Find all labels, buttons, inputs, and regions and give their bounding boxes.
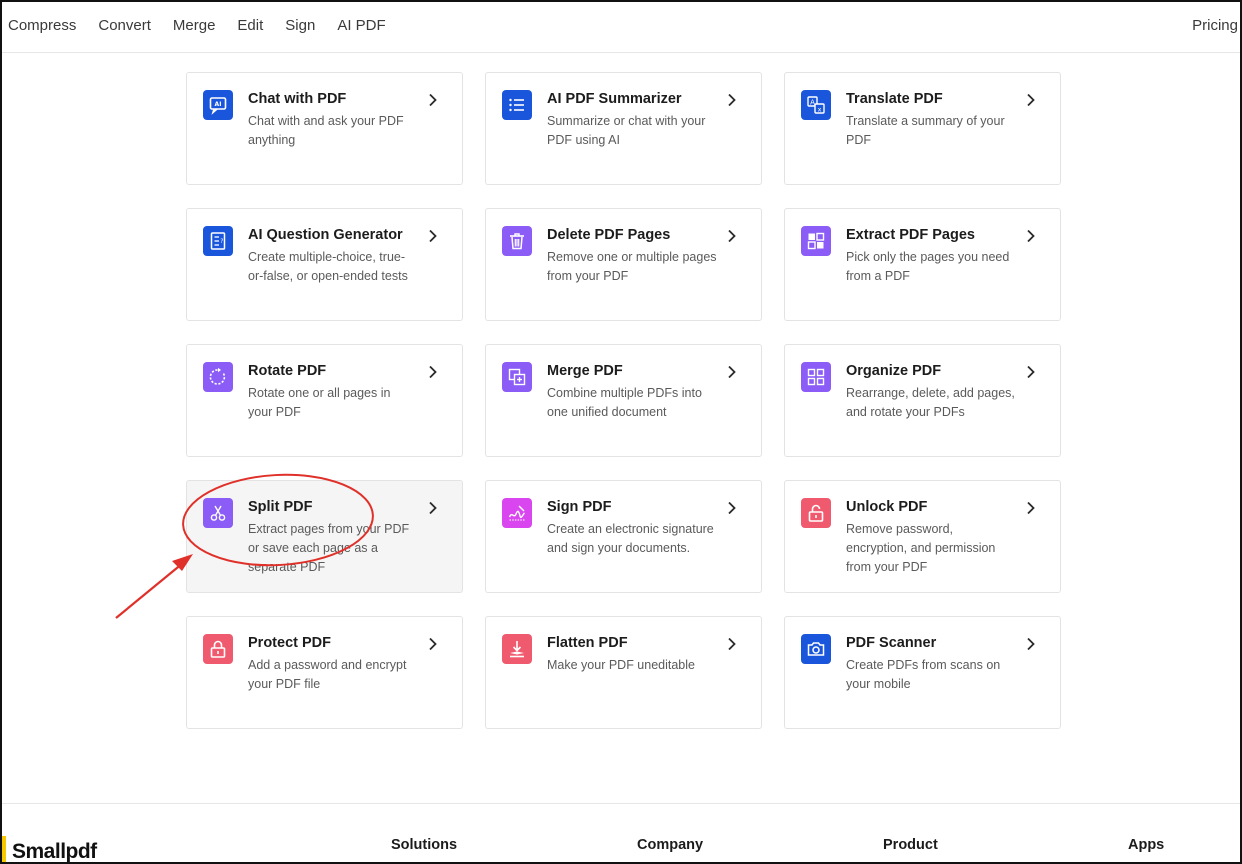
nav-item-compress[interactable]: Compress xyxy=(8,17,76,34)
chat-ai-icon: AI xyxy=(203,90,233,120)
nav-item-ai-pdf[interactable]: AI PDF xyxy=(337,17,385,34)
nav-item-merge[interactable]: Merge xyxy=(173,17,216,34)
chevron-right-icon xyxy=(728,637,736,651)
annotation-arrow-line xyxy=(115,562,184,619)
extract-grid-icon xyxy=(801,226,831,256)
tool-card-pdf-scanner[interactable]: PDF Scanner Create PDFs from scans on yo… xyxy=(784,616,1061,729)
merge-icon xyxy=(502,362,532,392)
tool-description: Create multiple-choice, true-or-false, o… xyxy=(248,250,408,283)
signature-icon xyxy=(502,498,532,528)
tool-title: Flatten PDF xyxy=(547,635,628,651)
lock-icon xyxy=(203,634,233,664)
nav-menu: Compress Convert Merge Edit Sign AI PDF xyxy=(8,17,408,34)
tool-title: PDF Scanner xyxy=(846,635,937,651)
footer-column-apps: Apps xyxy=(1128,837,1165,853)
tool-title: Extract PDF Pages xyxy=(846,227,975,243)
chevron-right-icon xyxy=(429,93,437,107)
chevron-right-icon xyxy=(1027,637,1035,651)
tool-card-unlock-pdf[interactable]: Unlock PDF Remove password, encryption, … xyxy=(784,480,1061,593)
rotate-icon xyxy=(203,362,233,392)
footer-logo[interactable]: Smallpdf xyxy=(12,840,97,864)
tool-title: Merge PDF xyxy=(547,363,623,379)
footer-column-company: Company xyxy=(637,837,704,853)
tool-description: Chat with and ask your PDF anything xyxy=(248,114,404,147)
footer-column-solutions: Solutions xyxy=(391,837,458,853)
tool-description: Create an electronic signature and sign … xyxy=(547,522,714,555)
tool-card-chat-with-pdf[interactable]: AI Chat with PDF Chat with and ask your … xyxy=(186,72,463,185)
tool-description: Rotate one or all pages in your PDF xyxy=(248,386,391,419)
nav-item-convert[interactable]: Convert xyxy=(98,17,151,34)
tool-card-ai-pdf-summarizer[interactable]: AI PDF Summarizer Summarize or chat with… xyxy=(485,72,762,185)
list-icon xyxy=(502,90,532,120)
tool-card-flatten-pdf[interactable]: Flatten PDF Make your PDF uneditable xyxy=(485,616,762,729)
camera-icon xyxy=(801,634,831,664)
tool-card-sign-pdf[interactable]: Sign PDF Create an electronic signature … xyxy=(485,480,762,593)
tool-title: Rotate PDF xyxy=(248,363,327,379)
top-navigation: Compress Convert Merge Edit Sign AI PDF … xyxy=(2,2,1240,53)
tool-card-merge-pdf[interactable]: Merge PDF Combine multiple PDFs into one… xyxy=(485,344,762,457)
chevron-right-icon xyxy=(429,365,437,379)
unlock-icon xyxy=(801,498,831,528)
tool-card-delete-pdf-pages[interactable]: Delete PDF Pages Remove one or multiple … xyxy=(485,208,762,321)
chevron-right-icon xyxy=(728,501,736,515)
nav-item-sign[interactable]: Sign xyxy=(285,17,315,34)
chevron-right-icon xyxy=(1027,501,1035,515)
chevron-right-icon xyxy=(728,365,736,379)
tool-description: Pick only the pages you need from a PDF xyxy=(846,250,1010,283)
nav-item-edit[interactable]: Edit xyxy=(237,17,263,34)
tool-title: Protect PDF xyxy=(248,635,331,651)
tool-card-extract-pdf-pages[interactable]: Extract PDF Pages Pick only the pages yo… xyxy=(784,208,1061,321)
question-doc-icon: ? xyxy=(203,226,233,256)
tool-description: Create PDFs from scans on your mobile xyxy=(846,658,1001,691)
logo-mark xyxy=(2,836,6,862)
tool-description: Add a password and encrypt your PDF file xyxy=(248,658,407,691)
chevron-right-icon xyxy=(728,229,736,243)
chevron-right-icon xyxy=(429,229,437,243)
tool-title: AI PDF Summarizer xyxy=(547,91,682,107)
chevron-right-icon xyxy=(429,637,437,651)
tool-description: Rearrange, delete, add pages, and rotate… xyxy=(846,386,1015,419)
scissors-icon xyxy=(203,498,233,528)
tool-description: Remove password, encryption, and permiss… xyxy=(846,522,996,574)
tool-card-rotate-pdf[interactable]: Rotate PDF Rotate one or all pages in yo… xyxy=(186,344,463,457)
flatten-icon xyxy=(502,634,532,664)
tool-title: Organize PDF xyxy=(846,363,942,379)
tool-title: AI Question Generator xyxy=(248,227,403,243)
tool-card-organize-pdf[interactable]: Organize PDF Rearrange, delete, add page… xyxy=(784,344,1061,457)
footer-divider xyxy=(2,803,1240,804)
svg-text:AI: AI xyxy=(215,101,222,108)
tool-card-translate-pdf[interactable]: Ax Translate PDF Translate a summary of … xyxy=(784,72,1061,185)
trash-icon xyxy=(502,226,532,256)
tool-description: Extract pages from your PDF or save each… xyxy=(248,522,410,574)
tools-grid: AI Chat with PDF Chat with and ask your … xyxy=(186,72,1061,729)
tool-title: Delete PDF Pages xyxy=(547,227,671,243)
tool-description: Remove one or multiple pages from your P… xyxy=(547,250,717,283)
svg-text:A: A xyxy=(810,98,815,106)
tool-title: Sign PDF xyxy=(547,499,612,515)
tool-description: Make your PDF uneditable xyxy=(547,658,695,672)
tool-card-ai-question-generator[interactable]: ? AI Question Generator Create multiple-… xyxy=(186,208,463,321)
translate-icon: Ax xyxy=(801,90,831,120)
organize-grid-icon xyxy=(801,362,831,392)
tool-title: Chat with PDF xyxy=(248,91,347,107)
footer-column-product: Product xyxy=(883,837,938,853)
tool-title: Translate PDF xyxy=(846,91,943,107)
tool-description: Translate a summary of your PDF xyxy=(846,114,1005,147)
tool-card-split-pdf[interactable]: Split PDF Extract pages from your PDF or… xyxy=(186,480,463,593)
tool-card-protect-pdf[interactable]: Protect PDF Add a password and encrypt y… xyxy=(186,616,463,729)
svg-text:?: ? xyxy=(220,238,223,245)
tool-title: Split PDF xyxy=(248,499,313,515)
chevron-right-icon xyxy=(1027,229,1035,243)
nav-item-pricing[interactable]: Pricing xyxy=(1192,17,1238,34)
tool-title: Unlock PDF xyxy=(846,499,928,515)
chevron-right-icon xyxy=(728,93,736,107)
tool-description: Combine multiple PDFs into one unified d… xyxy=(547,386,702,419)
svg-text:x: x xyxy=(818,105,822,113)
tool-description: Summarize or chat with your PDF using AI xyxy=(547,114,706,147)
chevron-right-icon xyxy=(1027,365,1035,379)
chevron-right-icon xyxy=(429,501,437,515)
chevron-right-icon xyxy=(1027,93,1035,107)
